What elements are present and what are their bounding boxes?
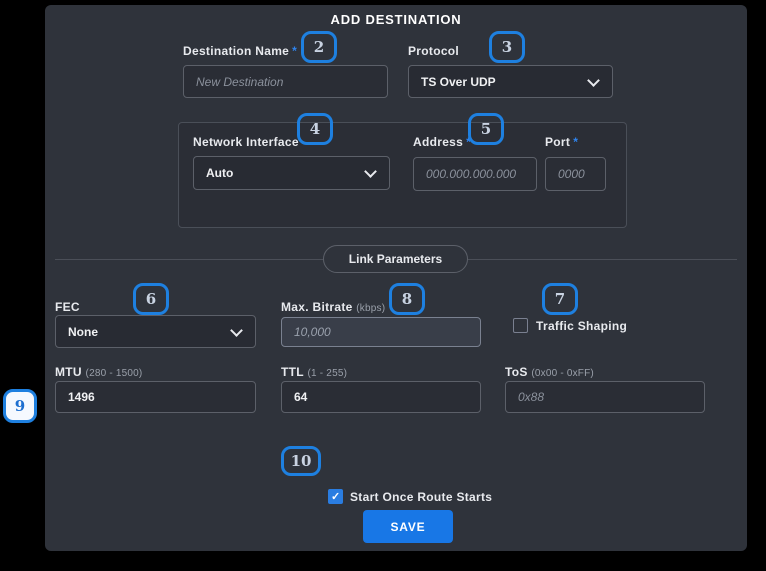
chevron-down-icon (230, 324, 243, 337)
annotation-badge-2: 2 (301, 31, 337, 63)
destination-name-input[interactable] (183, 65, 388, 98)
dialog-title: ADD DESTINATION (45, 12, 747, 27)
annotation-badge-10: 10 (281, 446, 321, 476)
tos-input[interactable] (505, 381, 705, 413)
ttl-range: (1 - 255) (308, 368, 348, 379)
port-label-text: Port (545, 135, 570, 149)
annotation-badge-3: 3 (489, 31, 525, 63)
tos-label: ToS (0x00 - 0xFF) (505, 365, 594, 379)
address-input[interactable] (413, 157, 537, 191)
mtu-label-text: MTU (55, 365, 82, 379)
protocol-select[interactable]: TS Over UDP (408, 65, 613, 98)
protocol-select-value: TS Over UDP (421, 75, 496, 89)
required-asterisk: * (292, 44, 297, 58)
address-label: Address* (413, 135, 471, 149)
annotation-badge-4: 4 (297, 113, 333, 145)
start-once-route-starts-label: Start Once Route Starts (350, 490, 492, 504)
annotation-badge-5: 5 (468, 113, 504, 145)
required-asterisk: * (573, 135, 578, 149)
divider-line-left (55, 259, 323, 260)
traffic-shaping-label: Traffic Shaping (536, 319, 627, 333)
mtu-label: MTU (280 - 1500) (55, 365, 142, 379)
link-parameters-divider: Link Parameters (323, 245, 468, 273)
max-bitrate-label-text: Max. Bitrate (281, 300, 353, 314)
traffic-shaping-checkbox[interactable] (513, 318, 528, 333)
fec-select[interactable]: None (55, 315, 256, 348)
start-once-route-starts-checkbox[interactable] (328, 489, 343, 504)
mtu-input[interactable] (55, 381, 256, 413)
protocol-label: Protocol (408, 44, 459, 58)
network-interface-select[interactable]: Auto (193, 156, 390, 190)
annotation-badge-8: 8 (389, 283, 425, 315)
divider-line-right (468, 259, 737, 260)
port-input[interactable] (545, 157, 606, 191)
ttl-label-text: TTL (281, 365, 304, 379)
max-bitrate-unit: (kbps) (356, 303, 385, 314)
port-label: Port* (545, 135, 578, 149)
annotation-badge-7: 7 (542, 283, 578, 315)
ttl-label: TTL (1 - 255) (281, 365, 347, 379)
save-button[interactable]: SAVE (363, 510, 453, 543)
address-label-text: Address (413, 135, 463, 149)
max-bitrate-input[interactable] (281, 317, 481, 347)
mtu-range: (280 - 1500) (86, 368, 143, 379)
add-destination-dialog: ADD DESTINATION Destination Name* Protoc… (45, 5, 747, 551)
fec-select-value: None (68, 325, 98, 339)
chevron-down-icon (587, 74, 600, 87)
annotation-badge-6: 6 (133, 283, 169, 315)
annotation-badge-9: 9 (3, 389, 37, 423)
ttl-input[interactable] (281, 381, 481, 413)
network-interface-select-value: Auto (206, 166, 233, 180)
max-bitrate-label: Max. Bitrate (kbps) (281, 300, 385, 314)
tos-range: (0x00 - 0xFF) (531, 368, 594, 379)
network-interface-label: Network Interface (193, 135, 299, 149)
tos-label-text: ToS (505, 365, 528, 379)
fec-label: FEC (55, 300, 80, 314)
destination-name-label-text: Destination Name (183, 44, 289, 58)
destination-name-label: Destination Name* (183, 44, 297, 58)
screen-background: ADD DESTINATION Destination Name* Protoc… (0, 0, 766, 571)
chevron-down-icon (364, 165, 377, 178)
